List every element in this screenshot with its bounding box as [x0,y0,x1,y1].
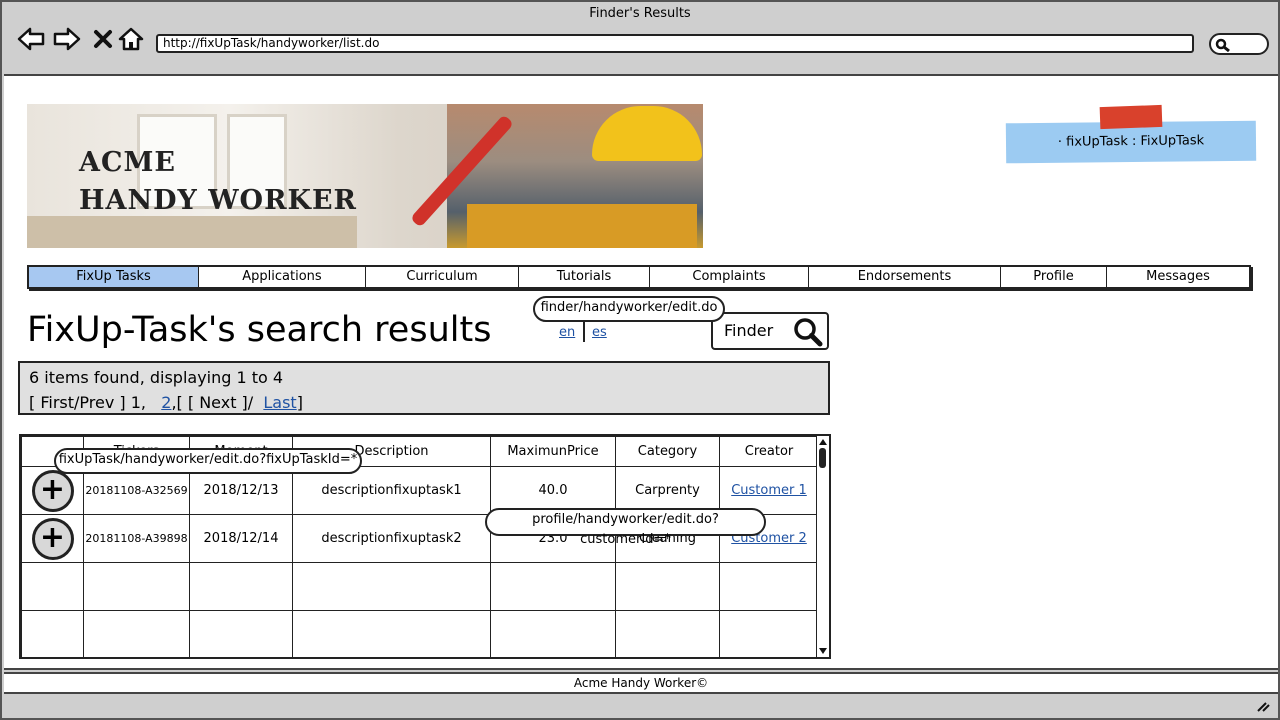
creator-link[interactable]: Customer 1 [731,483,807,498]
pagination-first-prev: [ First/Prev ] 1, [29,393,146,412]
stop-icon[interactable] [88,26,118,52]
resize-grip-icon[interactable] [1256,700,1270,712]
pagination-last[interactable]: Last [263,393,296,412]
pagination-page-2[interactable]: 2 [161,393,171,412]
site-logo: ACME HANDY WORKER [79,144,357,220]
page-content: ACME HANDY WORKER · fixUpTask : FixUpTas… [4,74,1278,694]
logo-line-1: ACME [79,147,176,178]
window-title: Finder's Results [589,6,691,21]
edit-link-callout: fixUpTask/handyworker/edit.do?fixUpTaskI… [54,448,362,474]
language-es-link[interactable]: es [592,325,607,340]
pagination-links: [ First/Prev ] 1, 2,[ [ Next ]/ Last] [29,390,828,415]
page-title: FixUp-Task's search results [27,310,492,350]
cell-description: descriptionfixuptask2 [292,514,491,563]
finder-button[interactable]: Finder [711,312,829,350]
cell-moment: 2018/12/14 [189,514,293,563]
menu-item-fixup-tasks[interactable]: FixUp Tasks [29,267,199,287]
menu-item-applications[interactable]: Applications [199,267,366,287]
tape-decor [1099,104,1163,130]
header-banner: ACME HANDY WORKER [27,104,703,248]
browser-window: Finder's Results http://fixUpTask/handyw… [0,0,1280,720]
pagination-close: ] [296,393,303,412]
table-row-empty [21,562,819,611]
back-icon[interactable] [16,26,46,52]
page-footer: Acme Handy Worker© [4,672,1278,694]
main-menu: FixUp Tasks Applications Curriculum Tuto… [27,265,1251,289]
scrollbar-thumb[interactable] [819,448,826,468]
forward-icon[interactable] [52,26,82,52]
pagination-summary: 6 items found, displaying 1 to 4 [29,368,284,387]
logo-line-2: HANDY WORKER [79,185,357,216]
status-bar [4,694,1278,718]
scroll-down-icon[interactable] [819,647,827,655]
cell-ticker: 20181108-A39898 [83,514,190,563]
finder-link-callout: finder/handyworker/edit.do [533,296,725,322]
profile-link-callout: profile/handyworker/edit.do?customerId=* [485,508,766,547]
table-row-empty [21,610,819,659]
menu-item-curriculum[interactable]: Curriculum [366,267,519,287]
home-icon[interactable] [116,26,146,52]
search-icon [1215,38,1230,52]
column-header-max-price[interactable]: MaximunPrice [490,436,616,467]
pagination-bracket: ,[ [171,393,183,412]
language-en-link[interactable]: en [559,325,575,340]
pagination-next[interactable]: [ Next ]/ [188,393,253,412]
column-header-category[interactable]: Category [615,436,720,467]
address-bar[interactable]: http://fixUpTask/handyworker/list.do [156,34,1194,53]
pagination-panel: 6 items found, displaying 1 to 4 [ First… [18,361,830,415]
banner-counter-decor [27,216,357,248]
menu-item-endorsements[interactable]: Endorsements [809,267,1001,287]
menu-item-messages[interactable]: Messages [1107,267,1249,287]
menu-item-profile[interactable]: Profile [1001,267,1107,287]
plus-icon[interactable]: + [31,469,74,512]
finder-label: Finder [724,321,774,340]
scroll-up-icon[interactable] [819,438,827,446]
menu-item-complaints[interactable]: Complaints [650,267,809,287]
search-icon [794,318,823,347]
language-divider [583,322,585,342]
tool-belt-image [467,204,697,248]
column-header-creator[interactable]: Creator [719,436,819,467]
menu-item-tutorials[interactable]: Tutorials [519,267,650,287]
browser-search-field[interactable] [1209,33,1269,55]
plus-icon[interactable]: + [31,517,74,560]
table-scrollbar[interactable] [816,436,829,657]
